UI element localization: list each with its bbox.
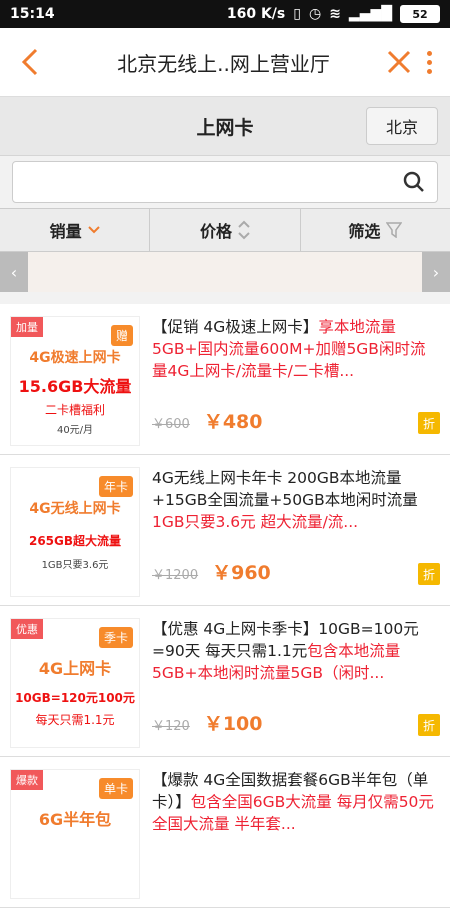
product-item[interactable]: 加量 赠 4G极速上网卡 15.6GB大流量 二卡槽福利 40元/月 【促销 4… — [0, 304, 450, 455]
thumb-line: 15.6GB大流量 — [18, 377, 132, 396]
filter-icon — [386, 222, 403, 238]
product-description: 4G无线上网卡年卡 200GB本地流量+15GB全国流量+50GB本地闲时流量 1… — [152, 467, 440, 533]
sort-filter-label: 筛选 — [348, 222, 381, 241]
price-row: ￥1200 ￥960 — [152, 558, 271, 585]
product-tag: 年卡 — [98, 476, 133, 497]
current-price: ￥960 — [212, 562, 271, 584]
product-thumbnail: 优惠 季卡 4G上网卡 10GB=120元100元 每天只需1.1元 — [10, 618, 140, 748]
alarm-icon: ◷ — [308, 6, 322, 22]
discount-badge: 折 — [418, 412, 440, 434]
thumb-line: 1GB只要3.6元 — [41, 560, 109, 571]
chevron-down-icon — [87, 226, 100, 234]
product-thumbnail: 爆款 单卡 6G半年包 — [10, 769, 140, 899]
chevron-left-icon — [21, 48, 38, 76]
title-actions — [387, 50, 450, 74]
product-tag: 赠 — [110, 325, 133, 346]
page-title: 北京无线上..网上营业厅 — [117, 51, 330, 76]
desc-highlight: 1GB只要3.6元 超大流量/流... — [152, 513, 359, 531]
thumb-line: 4G上网卡 — [38, 659, 112, 678]
battery-level: 52 — [412, 7, 428, 21]
product-info: 4G无线上网卡年卡 200GB本地流量+15GB全国流量+50GB本地闲时流量 1… — [140, 467, 440, 595]
product-item[interactable]: 年卡 4G无线上网卡 265GB超大流量 1GB只要3.6元 4G无线上网卡年卡… — [0, 455, 450, 606]
sort-updown-icon — [238, 220, 250, 240]
thumb-line: 4G无线上网卡 — [29, 501, 121, 517]
sort-price-label: 价格 — [199, 222, 232, 241]
wifi-icon: ≋ — [329, 6, 341, 22]
carousel-next-button[interactable]: › — [422, 252, 450, 292]
product-ribbon: 优惠 — [11, 619, 43, 639]
section-title: 上网卡 — [196, 116, 254, 139]
sub-header: 上网卡 北京 — [0, 97, 450, 156]
close-icon[interactable] — [387, 50, 411, 74]
carousel-prev-button[interactable]: ‹ — [0, 252, 28, 292]
product-tag: 单卡 — [98, 778, 133, 799]
network-speed: 160 K/s — [226, 6, 286, 22]
product-item[interactable]: 爆款 单卡 6G半年包 【爆款 4G全国数据套餐6GB半年包（单卡）】包含全国6… — [0, 757, 450, 908]
more-menu-icon[interactable] — [427, 50, 432, 74]
product-tag: 季卡 — [98, 627, 133, 648]
thumb-line: 4G极速上网卡 — [29, 350, 121, 366]
original-price: ￥1200 — [152, 568, 199, 583]
sort-price[interactable]: 价格 — [150, 209, 301, 251]
thumb-line: 6G半年包 — [38, 810, 112, 829]
product-info: 【优惠 4G上网卡季卡】10GB=100元=90天 每天只需1.1元包含本地流量… — [140, 618, 440, 746]
thumb-line: 二卡槽福利 — [44, 403, 105, 417]
product-thumbnail: 加量 赠 4G极速上网卡 15.6GB大流量 二卡槽福利 40元/月 — [10, 316, 140, 446]
current-price: ￥100 — [203, 713, 263, 735]
status-time: 15:14 — [10, 6, 55, 22]
sort-sales-label: 销量 — [49, 222, 82, 241]
vibrate-icon: ▯ — [293, 6, 301, 22]
search-bar — [0, 156, 450, 208]
status-bar: 15:14 160 K/s ▯ ◷ ≋ ▂▄▆█ 52 — [0, 0, 450, 28]
city-button[interactable]: 北京 — [366, 107, 438, 145]
back-button[interactable] — [0, 47, 60, 77]
signal-icon: ▂▄▆█ — [348, 6, 392, 22]
sort-sales[interactable]: 销量 — [0, 209, 151, 251]
product-info: 【促销 4G极速上网卡】享本地流量5GB+国内流量600M+加赠5GB闲时流量4… — [140, 316, 440, 444]
product-description: 【爆款 4G全国数据套餐6GB半年包（单卡）】包含全国6GB大流量 每月仅需50… — [152, 769, 440, 835]
search-box — [12, 161, 438, 203]
search-input[interactable] — [23, 163, 403, 201]
product-description: 【优惠 4G上网卡季卡】10GB=100元=90天 每天只需1.1元包含本地流量… — [152, 618, 440, 684]
discount-badge: 折 — [418, 714, 440, 736]
thumb-line: 每天只需1.1元 — [35, 713, 115, 727]
search-icon[interactable] — [403, 171, 425, 193]
product-description: 【促销 4G极速上网卡】享本地流量5GB+国内流量600M+加赠5GB闲时流量4… — [152, 316, 440, 382]
original-price: ￥120 — [152, 719, 190, 734]
status-icons: 160 K/s ▯ ◷ ≋ ▂▄▆█ 52 — [227, 5, 440, 23]
desc-main: 【促销 4G极速上网卡】 — [152, 318, 319, 336]
product-item[interactable]: 优惠 季卡 4G上网卡 10GB=120元100元 每天只需1.1元 【优惠 4… — [0, 606, 450, 757]
thumb-line: 40元/月 — [56, 425, 94, 436]
desc-main: 4G无线上网卡年卡 200GB本地流量+15GB全国流量+50GB本地闲时流量 — [152, 469, 418, 509]
discount-badge: 折 — [418, 563, 440, 585]
banner-carousel: ‹ › — [0, 252, 450, 292]
price-row: ￥600 ￥480 — [152, 407, 263, 434]
sort-bar: 销量 价格 筛选 — [0, 208, 450, 252]
title-bar: 北京无线上..网上营业厅 — [0, 28, 450, 97]
current-price: ￥480 — [203, 411, 263, 433]
product-ribbon: 爆款 — [11, 770, 43, 790]
desc-highlight: 包含全国6GB大流量 每月仅需50元 全国大流量 半年套... — [152, 793, 434, 833]
product-thumbnail: 年卡 4G无线上网卡 265GB超大流量 1GB只要3.6元 — [10, 467, 140, 597]
original-price: ￥600 — [152, 417, 190, 432]
price-row: ￥120 ￥100 — [152, 709, 263, 736]
product-info: 【爆款 4G全国数据套餐6GB半年包（单卡）】包含全国6GB大流量 每月仅需50… — [140, 769, 440, 897]
product-ribbon: 加量 — [11, 317, 43, 337]
battery-icon: 52 — [400, 5, 440, 23]
thumb-line: 10GB=120元100元 — [15, 691, 135, 705]
thumb-line: 265GB超大流量 — [28, 534, 122, 548]
sort-filter[interactable]: 筛选 — [301, 209, 450, 251]
